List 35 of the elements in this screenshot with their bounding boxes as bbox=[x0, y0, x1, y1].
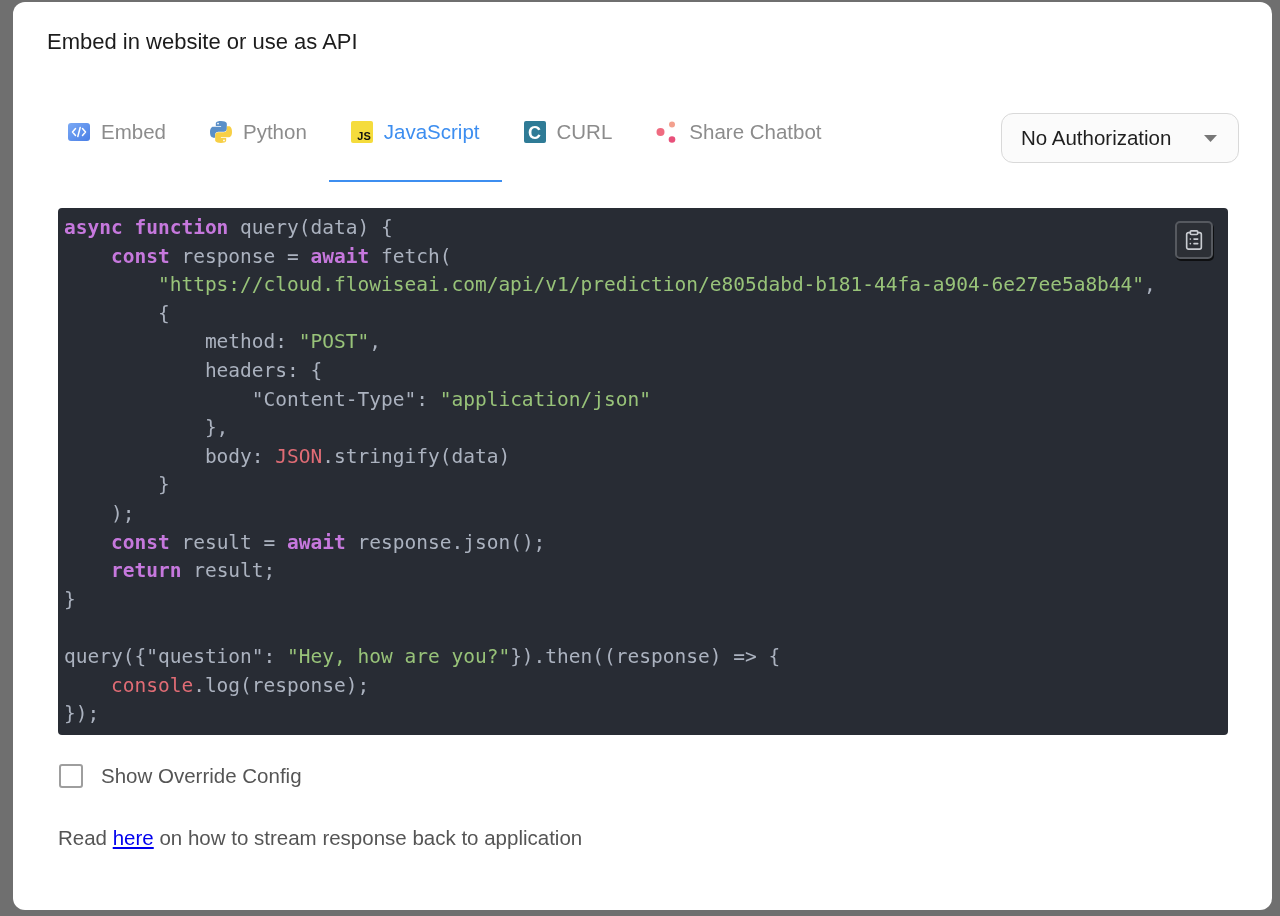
dialog-title: Embed in website or use as API bbox=[46, 28, 358, 56]
here-link[interactable]: here bbox=[112, 825, 154, 849]
code-line: } bbox=[64, 586, 76, 613]
tab[interactable]: Embed bbox=[46, 108, 188, 182]
code-line: async function query(data) { bbox=[64, 215, 393, 241]
code-line: method: "POST", bbox=[203, 329, 381, 356]
code-line: "https://cloud.flowiseai.com/api/v1/prediction/e805dabd-b181-44fa-a904-6e27ee5a8b44", bbox=[156, 272, 1156, 299]
tab[interactable]: JS JavaScript bbox=[328, 108, 502, 182]
caret-icon bbox=[1204, 134, 1217, 142]
code-line: const response = await fetch( bbox=[109, 243, 452, 270]
stream-note: Read here on how to stream response back to application bbox=[58, 825, 583, 850]
code-line: }, bbox=[203, 415, 229, 442]
code-line: { bbox=[156, 300, 170, 327]
code-line: ); bbox=[109, 500, 135, 527]
authorization-select[interactable]: No Authorization bbox=[1001, 113, 1239, 163]
clipboard-icon bbox=[1183, 229, 1205, 251]
curl-logo-icon: C bbox=[523, 121, 546, 143]
python-logo-icon bbox=[209, 121, 232, 143]
override-config-label: Show Override Config bbox=[101, 763, 302, 788]
code-line: } bbox=[156, 472, 170, 499]
code-line: "Content-Type": "application/json" bbox=[250, 386, 651, 413]
code-line: body: JSON.stringify(data) bbox=[203, 443, 511, 470]
tab[interactable]: Python bbox=[187, 108, 329, 182]
code-line: query({"question": "Hey, how are you?"}).then((response) => { bbox=[64, 643, 781, 670]
copy-button[interactable] bbox=[1175, 221, 1213, 259]
code-line: const result = await response.json(); bbox=[109, 529, 546, 556]
js-logo-icon: JS bbox=[350, 121, 373, 143]
code-line: return result; bbox=[109, 558, 276, 585]
code-line: }); bbox=[64, 701, 100, 728]
code-icon bbox=[68, 123, 90, 141]
code-line: console.log(response); bbox=[109, 672, 370, 699]
tab[interactable]: C CURL bbox=[501, 108, 635, 182]
code-line: headers: { bbox=[203, 357, 323, 384]
checkbox[interactable] bbox=[59, 763, 83, 788]
tab[interactable]: Share Chatbot bbox=[634, 108, 844, 182]
